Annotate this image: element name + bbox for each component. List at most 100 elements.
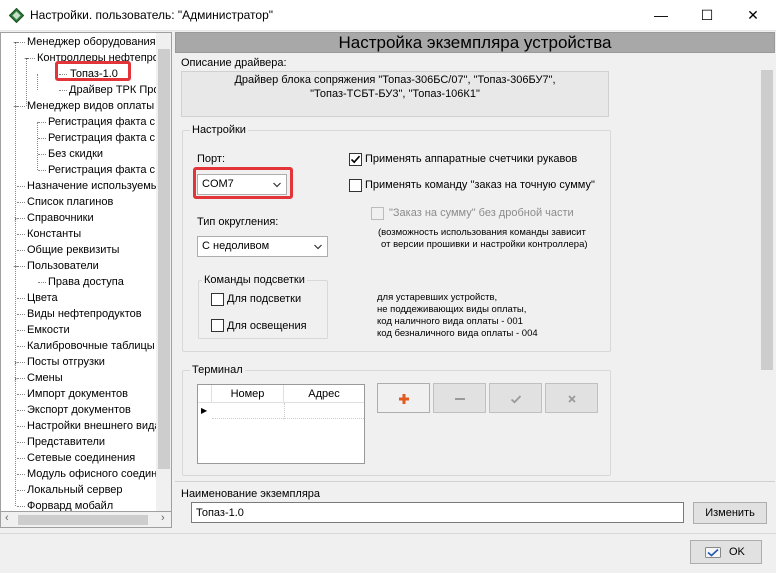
ok-button[interactable]: OK xyxy=(690,540,762,564)
tree-item[interactable]: Список плагинов xyxy=(27,194,113,210)
tree-selection-highlight xyxy=(55,61,131,81)
tree-item[interactable]: Справочники xyxy=(27,210,94,226)
minus-icon xyxy=(455,398,465,400)
tree-connector-line xyxy=(17,314,25,315)
ok-button-label: OK xyxy=(729,546,745,558)
tree-connector-line xyxy=(17,458,25,459)
driver-description-line2: "Топаз-ТСБТ-БУ3", "Топаз-106К1" xyxy=(310,88,480,100)
backlight-checkbox[interactable] xyxy=(211,293,224,306)
content-vertical-scroll-thumb[interactable] xyxy=(761,70,773,370)
expand-icon[interactable]: › xyxy=(11,358,20,367)
tree-connector-line xyxy=(38,154,46,155)
tree-connector-line xyxy=(17,442,25,443)
tree-item[interactable]: Общие реквизиты xyxy=(27,242,119,258)
expand-icon[interactable]: › xyxy=(11,374,20,383)
tree-connector-line xyxy=(59,90,67,91)
window-title: Настройки. пользователь: "Администратор" xyxy=(30,8,274,22)
terminal-table[interactable]: Номер Адрес ▶ xyxy=(197,384,365,464)
tree-item[interactable]: Драйвер ТРК Про xyxy=(69,82,160,98)
command-note-line2: от версии прошивки и настройки контролле… xyxy=(381,239,588,250)
tree-item[interactable]: Настройки внешнего вида xyxy=(27,418,161,434)
tree-connector-line xyxy=(17,250,25,251)
tree-item[interactable]: Форвард мобайл xyxy=(27,498,113,511)
table-header-number[interactable]: Номер xyxy=(212,385,284,403)
row-indicator-icon: ▶ xyxy=(201,406,208,415)
tree-connector-line xyxy=(17,506,25,507)
apply-terminal-button[interactable] xyxy=(489,383,542,413)
driver-description-line1: Драйвер блока сопряжения "Топаз-306БС/07… xyxy=(234,74,556,86)
ok-check-icon xyxy=(705,547,721,558)
settings-tree[interactable]: Менеджер оборудования − Контроллеры нефтеп… xyxy=(0,32,172,512)
tree-item[interactable]: Импорт документов xyxy=(27,386,128,402)
tree-item[interactable]: Смены xyxy=(27,370,63,386)
tree-item[interactable]: Калибровочные таблицы xyxy=(27,338,155,354)
no-fraction-checkbox[interactable] xyxy=(371,207,384,220)
collapse-icon[interactable]: − xyxy=(22,54,31,63)
chevron-down-icon xyxy=(314,244,322,250)
tree-item[interactable]: Без скидки xyxy=(48,146,103,162)
instance-name-label: Наименование экземпляра xyxy=(181,488,321,500)
lighting-checkbox[interactable] xyxy=(211,319,224,332)
tree-connector-line xyxy=(17,474,25,475)
hw-counters-label: Применять аппаратные счетчики рукавов xyxy=(365,153,578,165)
minimize-button[interactable]: — xyxy=(638,0,684,31)
cancel-terminal-button[interactable] xyxy=(545,383,598,413)
tree-item[interactable]: Регистрация факта с xyxy=(48,162,155,178)
legacy-note-line3: код наличного вида оплаты - 001 xyxy=(377,316,523,327)
tree-item[interactable]: Пользователи xyxy=(27,258,99,274)
tree-item[interactable]: Виды нефтепродуктов xyxy=(27,306,142,322)
tree-item[interactable]: Регистрация факта с xyxy=(48,114,155,130)
table-row-header-corner xyxy=(198,385,212,403)
rounding-select-value: С недоливом xyxy=(202,240,270,252)
maximize-button[interactable]: ☐ xyxy=(684,0,730,31)
hw-counters-checkbox[interactable] xyxy=(349,153,362,166)
tree-item[interactable]: Константы xyxy=(27,226,81,242)
tree-connector-line xyxy=(17,426,25,427)
collapse-icon[interactable]: − xyxy=(11,38,20,47)
tree-connector-line xyxy=(17,394,25,395)
rename-button[interactable]: Изменить xyxy=(693,502,767,524)
page-title: Настройка экземпляра устройства xyxy=(338,33,612,52)
close-icon xyxy=(568,395,576,403)
instance-name-input[interactable] xyxy=(191,502,684,523)
table-row[interactable] xyxy=(212,403,364,419)
checkmark-icon xyxy=(350,155,361,164)
settings-group-label: Настройки xyxy=(190,124,248,136)
tree-item[interactable]: Модуль офисного соединения xyxy=(27,466,171,482)
tree-item[interactable]: Емкости xyxy=(27,322,70,338)
tree-item[interactable]: Сетевые соединения xyxy=(27,450,135,466)
tree-connector-line xyxy=(37,122,38,170)
tree-connector-line xyxy=(17,330,25,331)
exact-order-label: Применять команду "заказ на точную сумму… xyxy=(365,179,595,191)
tree-item[interactable]: Экспорт документов xyxy=(27,402,131,418)
no-fraction-label: "Заказ на сумму" без дробной части xyxy=(389,207,574,219)
tree-item[interactable]: Назначение используемых xyxy=(27,178,164,194)
scroll-left-icon[interactable]: ‹ xyxy=(5,512,9,524)
tree-item[interactable]: Права доступа xyxy=(48,274,124,290)
tree-item[interactable]: Регистрация факта с xyxy=(48,130,155,146)
tree-item[interactable]: Посты отгрузки xyxy=(27,354,105,370)
rounding-label: Тип округления: xyxy=(197,216,279,228)
tree-item[interactable]: Цвета xyxy=(27,290,58,306)
tree-vertical-scroll-thumb[interactable] xyxy=(158,49,170,469)
add-terminal-button[interactable] xyxy=(377,383,430,413)
collapse-icon[interactable]: − xyxy=(11,262,20,271)
tree-item[interactable]: Менеджер оборудования xyxy=(27,34,156,50)
remove-terminal-button[interactable] xyxy=(433,383,486,413)
backlight-commands-label: Команды подсветки xyxy=(202,274,307,286)
tree-connector-line xyxy=(17,346,25,347)
tree-horizontal-scroll-thumb[interactable] xyxy=(18,515,148,525)
check-icon xyxy=(510,395,522,404)
close-button[interactable]: ✕ xyxy=(730,0,776,31)
rounding-select[interactable]: С недоливом xyxy=(197,236,328,257)
tree-item[interactable]: Представители xyxy=(27,434,105,450)
scroll-right-icon[interactable]: › xyxy=(161,512,165,524)
tree-item[interactable]: Менеджер видов оплаты xyxy=(27,98,154,114)
table-cell-divider xyxy=(284,403,285,419)
tree-item[interactable]: Локальный сервер xyxy=(27,482,123,498)
expand-icon[interactable]: › xyxy=(11,214,20,223)
exact-order-checkbox[interactable] xyxy=(349,179,362,192)
collapse-icon[interactable]: − xyxy=(11,102,20,111)
instance-name-field[interactable] xyxy=(192,503,683,522)
table-header-address[interactable]: Адрес xyxy=(284,385,364,403)
